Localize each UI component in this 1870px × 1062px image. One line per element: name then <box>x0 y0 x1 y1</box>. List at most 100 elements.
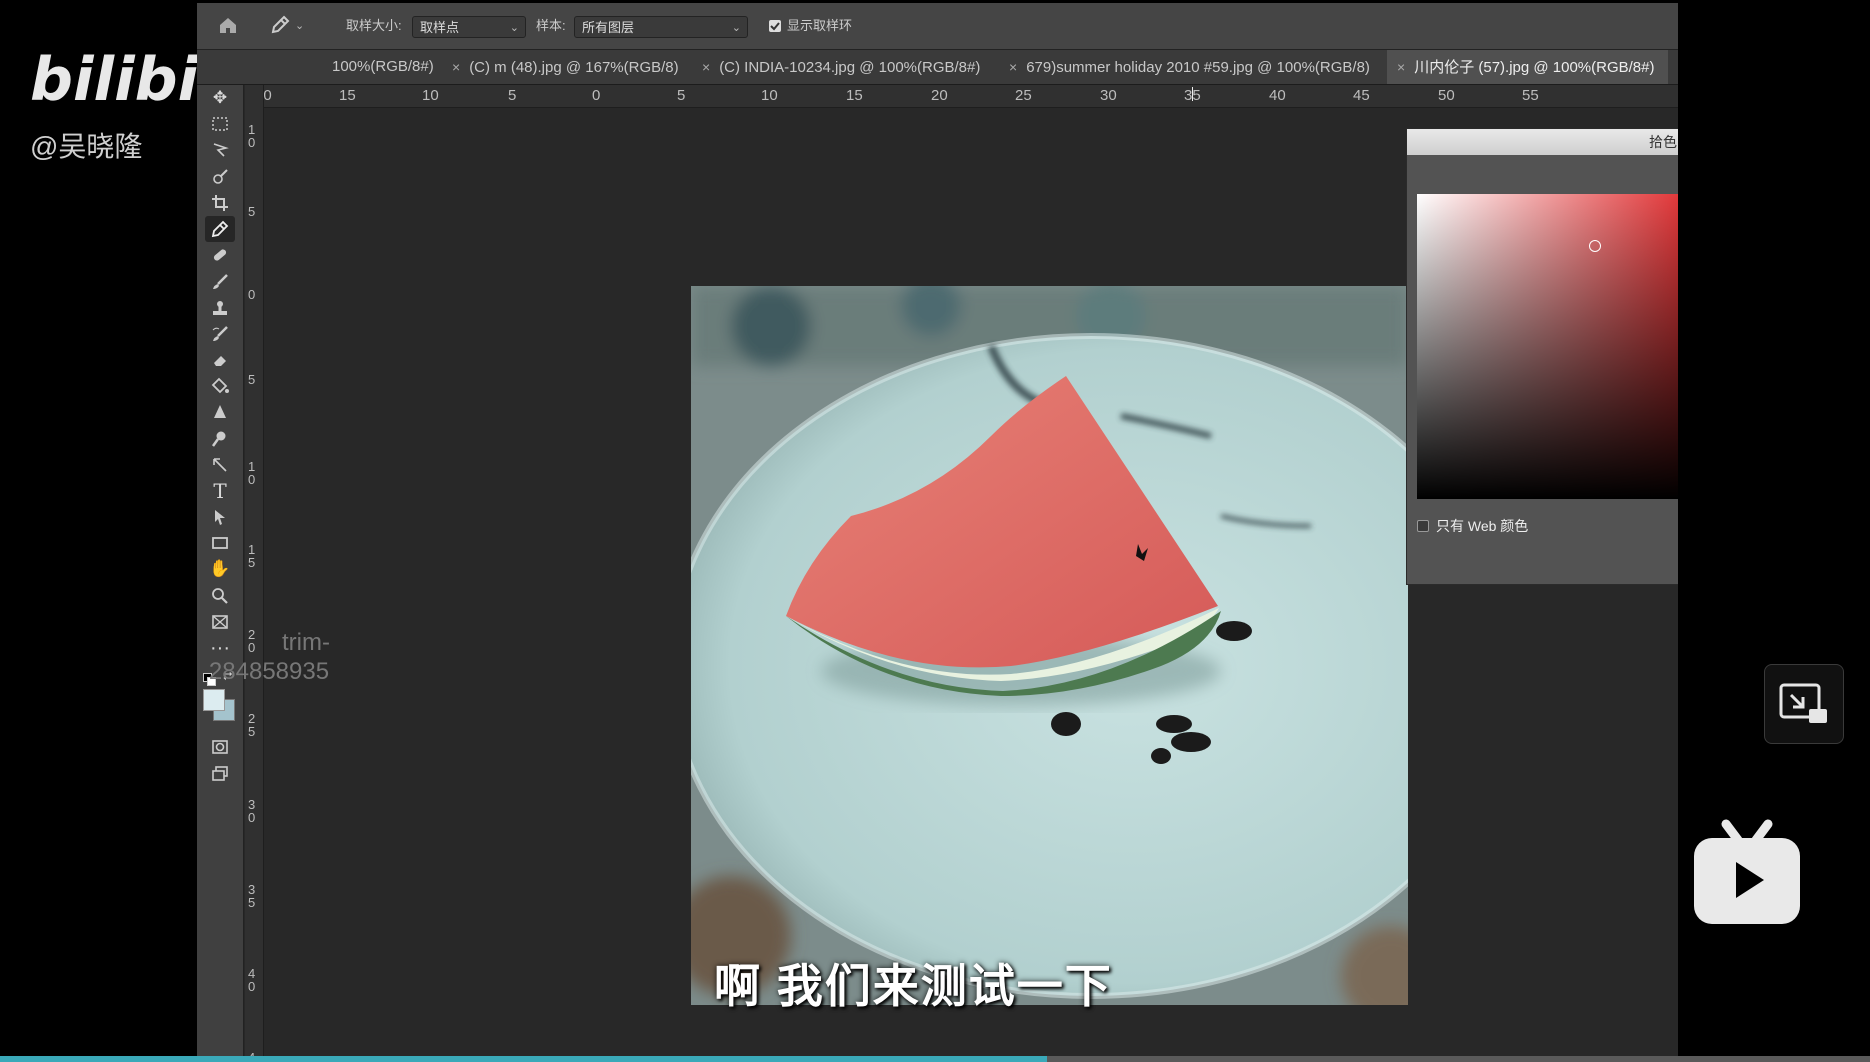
ruler-label: 5 <box>508 87 517 104</box>
tab-document-1[interactable]: 100%(RGB/8#) <box>332 50 434 84</box>
sample-size-label: 取样大小: <box>346 18 402 33</box>
marquee-icon[interactable] <box>205 111 235 137</box>
screen-mode-icon[interactable] <box>205 760 235 786</box>
eyedropper-icon[interactable]: ⌄ <box>269 14 309 38</box>
eraser-icon[interactable] <box>205 347 235 373</box>
uploader-handle: @吴晓隆 <box>30 131 143 162</box>
ruler-label: 45 <box>1353 87 1370 104</box>
checkbox-icon <box>1417 520 1429 532</box>
bilibili-tv-icon[interactable] <box>1690 818 1804 928</box>
ruler-label: 50 <box>1438 87 1455 104</box>
color-field[interactable] <box>1417 194 1678 499</box>
picture-in-picture-icon <box>1779 683 1827 723</box>
web-colors-only-checkbox[interactable]: 只有 Web 颜色 <box>1417 516 1528 536</box>
video-progress-bar[interactable] <box>0 1056 1870 1062</box>
ruler-label: 40 <box>1269 87 1286 104</box>
sample-label: 样本: <box>536 18 566 33</box>
ruler-label: 15 <box>339 87 356 104</box>
video-progress-fill <box>0 1056 1048 1062</box>
tab-label: 679)summer holiday 2010 #59.jpg @ 100%(R… <box>1026 59 1370 76</box>
ruler-label: 1 0 <box>248 122 256 150</box>
ruler-label: 15 <box>846 87 863 104</box>
home-icon[interactable] <box>217 14 241 38</box>
close-icon[interactable]: × <box>702 59 710 75</box>
close-icon[interactable]: × <box>452 59 460 75</box>
document-image[interactable] <box>691 286 1408 1005</box>
document-tabs: 100%(RGB/8#) × (C) m (48).jpg @ 167%(RGB/… <box>197 50 1678 85</box>
ruler-label: 4 0 <box>248 966 256 994</box>
color-picker-dialog: 拾色 只有 Web 颜色 <box>1406 128 1678 585</box>
sample-size-value: 取样点 <box>420 20 460 35</box>
hand-icon[interactable]: ✋ <box>205 556 235 582</box>
ruler-label: 0 <box>592 87 601 104</box>
ruler-label: 1 5 <box>248 542 256 570</box>
show-ring-checkbox[interactable]: 显示取样环 <box>769 14 852 38</box>
ruler-label: 25 <box>1015 87 1032 104</box>
ruler-label: 3 5 <box>248 882 256 910</box>
color-field-marker-icon[interactable] <box>1589 240 1601 252</box>
video-subtitle: 啊 我们来测试一下 <box>714 960 1113 1012</box>
ruler-label: 10 <box>422 87 439 104</box>
ruler-label: 55 <box>1522 87 1539 104</box>
sharpen-icon[interactable] <box>205 399 235 425</box>
sample-select[interactable]: 所有图层 ⌄ <box>574 16 748 38</box>
zoom-icon[interactable] <box>205 583 235 609</box>
type-icon[interactable]: T <box>205 478 235 504</box>
tab-document-2[interactable]: × (C) m (48).jpg @ 167%(RGB/8) <box>452 50 679 84</box>
sample-value: 所有图层 <box>582 20 635 35</box>
path-select-icon[interactable] <box>205 504 235 530</box>
sample-size-select[interactable]: 取样点 ⌄ <box>412 16 526 38</box>
ruler-label: 2 5 <box>248 711 256 739</box>
move-icon[interactable]: ✥ <box>205 85 235 111</box>
chevron-down-icon: ⌄ <box>509 22 519 34</box>
options-bar: ⌄ 取样大小: 取样点 ⌄ 样本: 所有图层 ⌄ 显示取样环 <box>197 3 1678 50</box>
tab-document-3[interactable]: × (C) INDIA-10234.jpg @ 100%(RGB/8#) <box>702 50 980 84</box>
photoshop-window: ⌄ 取样大小: 取样点 ⌄ 样本: 所有图层 ⌄ 显示取样环 100%(RGB/… <box>197 3 1678 1058</box>
crop-icon[interactable] <box>205 190 235 216</box>
chevron-down-icon: ⌄ <box>731 22 741 34</box>
rectangle-icon[interactable] <box>205 530 235 556</box>
checkbox-checked-icon <box>769 20 781 32</box>
pen-icon[interactable] <box>205 452 235 478</box>
quick-mask-icon[interactable] <box>205 734 235 760</box>
tab-document-4[interactable]: × 679)summer holiday 2010 #59.jpg @ 100%(… <box>1009 50 1370 84</box>
history-brush-icon[interactable] <box>205 321 235 347</box>
lasso-icon[interactable] <box>205 137 235 163</box>
tab-label: 100%(RGB/8#) <box>332 58 434 75</box>
foreground-color-swatch[interactable] <box>203 689 225 711</box>
vertical-ruler: 1 0 5 0 5 1 0 1 5 2 0 2 5 3 0 3 5 4 0 4 <box>245 85 264 1058</box>
quick-select-icon[interactable] <box>205 164 235 190</box>
close-icon[interactable]: × <box>1397 59 1405 75</box>
trim-watermark: trim- 284858935 <box>208 628 330 686</box>
brush-icon[interactable] <box>205 269 235 295</box>
ruler-label: 20 <box>931 87 948 104</box>
tab-label: (C) m (48).jpg @ 167%(RGB/8) <box>469 59 679 76</box>
paint-bucket-icon[interactable] <box>205 373 235 399</box>
dialog-title: 拾色 <box>1649 134 1677 150</box>
ruler-label: 30 <box>1100 87 1117 104</box>
horizontal-ruler: 20 15 10 5 0 5 10 15 20 25 30 35 40 45 5… <box>250 85 1678 108</box>
ruler-label: 1 0 <box>248 459 256 487</box>
picture-in-picture-button[interactable] <box>1764 664 1844 744</box>
trim-line-1: trim- <box>282 629 330 656</box>
ruler-label: 10 <box>761 87 778 104</box>
ruler-label: 0 <box>248 287 256 302</box>
ruler-label: 3 0 <box>248 797 256 825</box>
dodge-icon[interactable] <box>205 426 235 452</box>
eyedropper-icon[interactable] <box>205 216 235 242</box>
web-colors-only-label: 只有 Web 颜色 <box>1436 518 1529 534</box>
tab-label: (C) INDIA-10234.jpg @ 100%(RGB/8#) <box>719 59 981 76</box>
tools-panel: ✥ T ✋ ··· ⮂ <box>197 85 244 1058</box>
healing-icon[interactable] <box>205 242 235 268</box>
ruler-label: 5 <box>677 87 686 104</box>
trim-line-2: 284858935 <box>208 658 330 685</box>
ruler-cursor-marker <box>1192 87 1193 101</box>
ruler-label: 5 <box>248 204 256 219</box>
close-icon[interactable]: × <box>1009 59 1017 75</box>
stamp-icon[interactable] <box>205 295 235 321</box>
tab-label: 川内伦子 (57).jpg @ 100%(RGB/8#) <box>1414 59 1655 76</box>
show-ring-label: 显示取样环 <box>787 18 853 33</box>
tab-document-5[interactable]: × 川内伦子 (57).jpg @ 100%(RGB/8#) <box>1387 50 1668 84</box>
watermelon-photo <box>691 286 1408 1005</box>
dialog-titlebar[interactable]: 拾色 <box>1407 129 1678 155</box>
